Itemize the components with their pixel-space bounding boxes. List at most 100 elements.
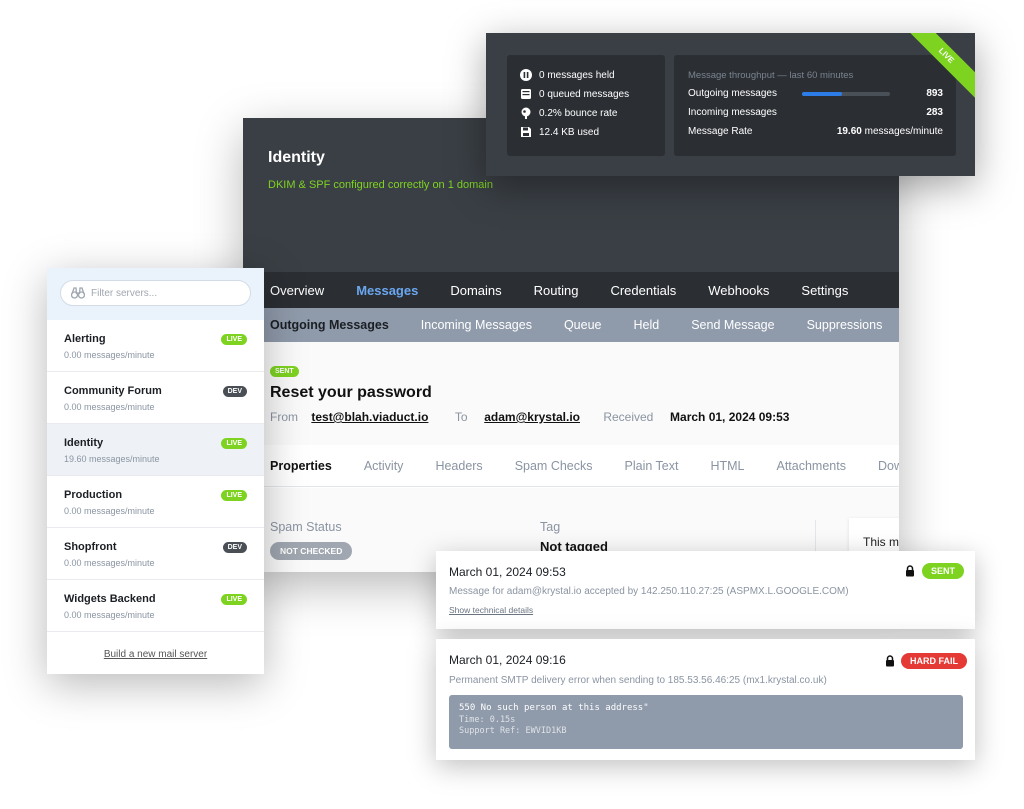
subnav-queue[interactable]: Queue — [564, 318, 602, 332]
tab-plain-text[interactable]: Plain Text — [625, 459, 679, 473]
from-label: From — [270, 410, 298, 424]
subnav-send-message[interactable]: Send Message — [691, 318, 774, 332]
queued-stat: 0 queued messages — [520, 88, 629, 100]
server-rate: 0.00 messages/minute — [64, 506, 155, 516]
server-rate: 0.00 messages/minute — [64, 558, 155, 568]
tab-html[interactable]: HTML — [710, 459, 744, 473]
filter-box — [60, 280, 251, 306]
server-item-alerting[interactable]: Alerting 0.00 messages/minute LIVE — [47, 320, 264, 372]
outgoing-progress-bar — [802, 92, 890, 96]
delivery-description: Permanent SMTP delivery error when sendi… — [449, 675, 827, 686]
delivery-attempt-hard-fail: March 01, 2024 09:16 Permanent SMTP deli… — [436, 639, 975, 760]
subnav-suppressions[interactable]: Suppressions — [807, 318, 883, 332]
show-technical-details-link[interactable]: Show technical details — [449, 605, 533, 615]
received-label: Received — [603, 410, 654, 424]
message-status-badge: SENT — [270, 366, 299, 377]
rate-value-group: 19.60 messages/minute — [837, 126, 943, 137]
queued-text: 0 queued messages — [539, 88, 630, 100]
spam-status-badge: NOT CHECKED — [270, 542, 353, 560]
server-rate: 0.00 messages/minute — [64, 610, 155, 620]
server-title: Identity — [268, 149, 325, 166]
tab-activity[interactable]: Activity — [364, 459, 404, 473]
server-name: Production — [64, 489, 123, 501]
server-rate: 0.00 messages/minute — [64, 402, 155, 412]
server-item-widgets-backend[interactable]: Widgets Backend 0.00 messages/minute LIV… — [47, 580, 264, 632]
message-tabs: Properties Activity Headers Spam Checks … — [243, 445, 899, 487]
incoming-value: 283 — [926, 107, 943, 118]
env-badge: LIVE — [221, 594, 247, 605]
subnav-outgoing-messages[interactable]: Outgoing Messages — [270, 318, 389, 332]
tab-properties[interactable]: Properties — [270, 459, 332, 473]
throughput-title: Message throughput — last 60 minutes — [688, 70, 854, 81]
tab-attachments[interactable]: Attachments — [777, 459, 846, 473]
smtp-time-line: Time: 0.15s — [459, 715, 516, 725]
tab-spam-checks[interactable]: Spam Checks — [515, 459, 593, 473]
nav-routing[interactable]: Routing — [534, 283, 579, 298]
lock-icon — [906, 565, 914, 577]
smtp-response-output: 550 No such person at this address" Time… — [449, 695, 963, 749]
incoming-label: Incoming messages — [688, 107, 777, 118]
tab-headers[interactable]: Headers — [435, 459, 482, 473]
server-name: Alerting — [64, 333, 106, 345]
message-subject: Reset your password — [270, 384, 432, 401]
rate-unit: messages/minute — [864, 126, 943, 137]
nav-domains[interactable]: Domains — [450, 283, 501, 298]
dns-status: DKIM & SPF configured correctly on 1 dom… — [268, 179, 493, 191]
nav-settings[interactable]: Settings — [801, 283, 848, 298]
storage-text: 12.4 KB used — [539, 126, 600, 138]
env-badge: LIVE — [221, 438, 247, 449]
server-rate: 0.00 messages/minute — [64, 350, 155, 360]
delivery-time: March 01, 2024 09:53 — [449, 565, 566, 579]
delivery-status-badge: SENT — [922, 563, 965, 579]
nav-webhooks[interactable]: Webhooks — [708, 283, 769, 298]
tag-label: Tag — [540, 520, 561, 534]
outgoing-progress-fill — [802, 92, 842, 96]
spam-status-label: Spam Status — [270, 520, 342, 534]
filter-servers-input[interactable] — [91, 287, 241, 299]
throughput-stats: Message throughput — last 60 minutes Out… — [674, 55, 956, 156]
tab-download[interactable]: Down — [878, 459, 899, 473]
held-text: 0 messages held — [539, 69, 615, 81]
outgoing-value: 893 — [926, 88, 943, 99]
delivery-time: March 01, 2024 09:16 — [449, 653, 566, 667]
delivery-status-badge: HARD FAIL — [901, 653, 967, 669]
message-header: SENT Reset your password From test@blah.… — [243, 342, 899, 445]
server-item-community-forum[interactable]: Community Forum 0.00 messages/minute DEV — [47, 372, 264, 424]
smtp-response-line: 550 No such person at this address" — [459, 703, 649, 713]
from-address-link[interactable]: test@blah.viaduct.io — [311, 410, 428, 424]
server-rate: 19.60 messages/minute — [64, 454, 160, 464]
floppy-disk-icon — [521, 127, 531, 137]
server-item-production[interactable]: Production 0.00 messages/minute LIVE — [47, 476, 264, 528]
env-badge: LIVE — [221, 334, 247, 345]
storage-stat: 12.4 KB used — [520, 126, 599, 138]
delivery-description: Message for adam@krystal.io accepted by … — [449, 586, 849, 597]
nav-messages[interactable]: Messages — [356, 283, 418, 298]
filter-bar — [47, 268, 264, 320]
queue-stats: 0 messages held 0 queued messages 0.2% b… — [507, 55, 665, 156]
server-name: Identity — [64, 437, 104, 449]
env-badge: DEV — [222, 542, 247, 553]
subnav-held[interactable]: Held — [633, 318, 659, 332]
server-name: Widgets Backend — [64, 593, 156, 605]
server-item-identity[interactable]: Identity 19.60 messages/minute LIVE — [47, 424, 264, 476]
binoculars-icon — [71, 287, 85, 299]
inbox-tray-icon — [521, 89, 531, 99]
rate-label: Message Rate — [688, 126, 753, 137]
env-badge: DEV — [222, 386, 247, 397]
server-item-shopfront[interactable]: Shopfront 0.00 messages/minute DEV — [47, 528, 264, 580]
subnav-incoming-messages[interactable]: Incoming Messages — [421, 318, 532, 332]
build-server-link[interactable]: Build a new mail server — [47, 649, 264, 660]
message-meta: From test@blah.viaduct.io To adam@krysta… — [270, 410, 789, 424]
bounce-text: 0.2% bounce rate — [539, 107, 618, 119]
server-name: Community Forum — [64, 385, 162, 397]
received-time: March 01, 2024 09:53 — [670, 410, 790, 424]
nav-overview[interactable]: Overview — [270, 283, 324, 298]
outgoing-label: Outgoing messages — [688, 88, 777, 99]
message-panel: Identity DKIM & SPF configured correctly… — [243, 118, 899, 572]
to-label: To — [454, 410, 468, 424]
to-address-link[interactable]: adam@krystal.io — [484, 410, 580, 424]
smtp-support-ref-line: Support Ref: EWVID1KB — [459, 726, 567, 736]
lock-icon — [886, 655, 894, 667]
pause-icon — [520, 69, 532, 81]
nav-credentials[interactable]: Credentials — [610, 283, 676, 298]
